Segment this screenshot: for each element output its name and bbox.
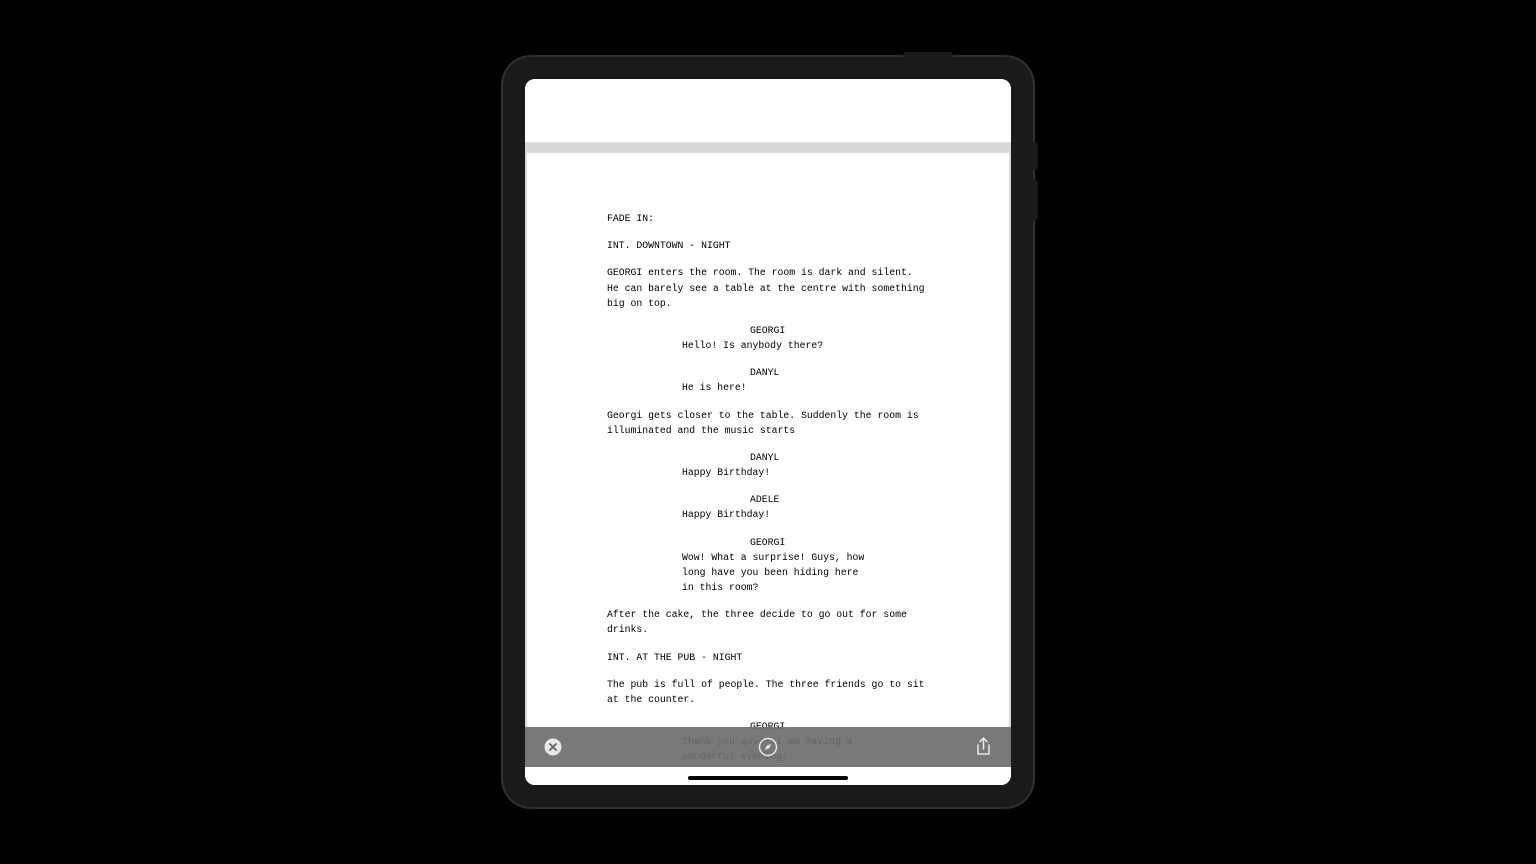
- tablet-screen: FADE IN: INT. DOWNTOWN - NIGHT GEORGI en…: [525, 79, 1011, 785]
- dialogue-text: He is here!: [682, 380, 867, 395]
- share-icon: [975, 737, 992, 757]
- character-name: GEORGI: [750, 323, 929, 338]
- scene-heading-2: INT. AT THE PUB - NIGHT: [607, 650, 929, 665]
- dialogue-text: Happy Birthday!: [682, 507, 867, 522]
- character-name: DANYL: [750, 450, 929, 465]
- bottom-toolbar: [525, 727, 1011, 767]
- tablet-side-button-2: [1033, 179, 1038, 221]
- dialogue-block: GEORGI Wow! What a surprise! Guys, how l…: [607, 535, 929, 596]
- tablet-side-button-1: [1033, 142, 1038, 170]
- action-text: GEORGI enters the room. The room is dark…: [607, 265, 929, 311]
- screenplay-page: FADE IN: INT. DOWNTOWN - NIGHT GEORGI en…: [527, 153, 1009, 767]
- document-header-blank: [525, 79, 1011, 143]
- tablet-device-frame: FADE IN: INT. DOWNTOWN - NIGHT GEORGI en…: [503, 57, 1033, 807]
- character-name: GEORGI: [750, 535, 929, 550]
- dialogue-block: DANYL He is here!: [607, 365, 929, 395]
- action-text: The pub is full of people. The three fri…: [607, 677, 929, 707]
- dialogue-text: Happy Birthday!: [682, 465, 867, 480]
- dialogue-block: ADELE Happy Birthday!: [607, 492, 929, 522]
- character-name: DANYL: [750, 365, 929, 380]
- character-name: ADELE: [750, 492, 929, 507]
- action-text: After the cake, the three decide to go o…: [607, 607, 929, 637]
- close-button[interactable]: [543, 737, 563, 757]
- safari-button[interactable]: [758, 737, 778, 757]
- compass-icon: [758, 737, 778, 757]
- dialogue-text: Hello! Is anybody there?: [682, 338, 867, 353]
- dialogue-block: DANYL Happy Birthday!: [607, 450, 929, 480]
- scene-heading-1: INT. DOWNTOWN - NIGHT: [607, 238, 929, 253]
- fade-in-text: FADE IN:: [607, 211, 929, 226]
- dialogue-block: GEORGI Hello! Is anybody there?: [607, 323, 929, 353]
- dialogue-text: Wow! What a surprise! Guys, how long hav…: [682, 550, 867, 596]
- tablet-top-button: [903, 52, 953, 57]
- close-icon: [544, 738, 562, 756]
- share-button[interactable]: [973, 737, 993, 757]
- home-indicator[interactable]: [688, 776, 848, 780]
- action-text: Georgi gets closer to the table. Suddenl…: [607, 408, 929, 438]
